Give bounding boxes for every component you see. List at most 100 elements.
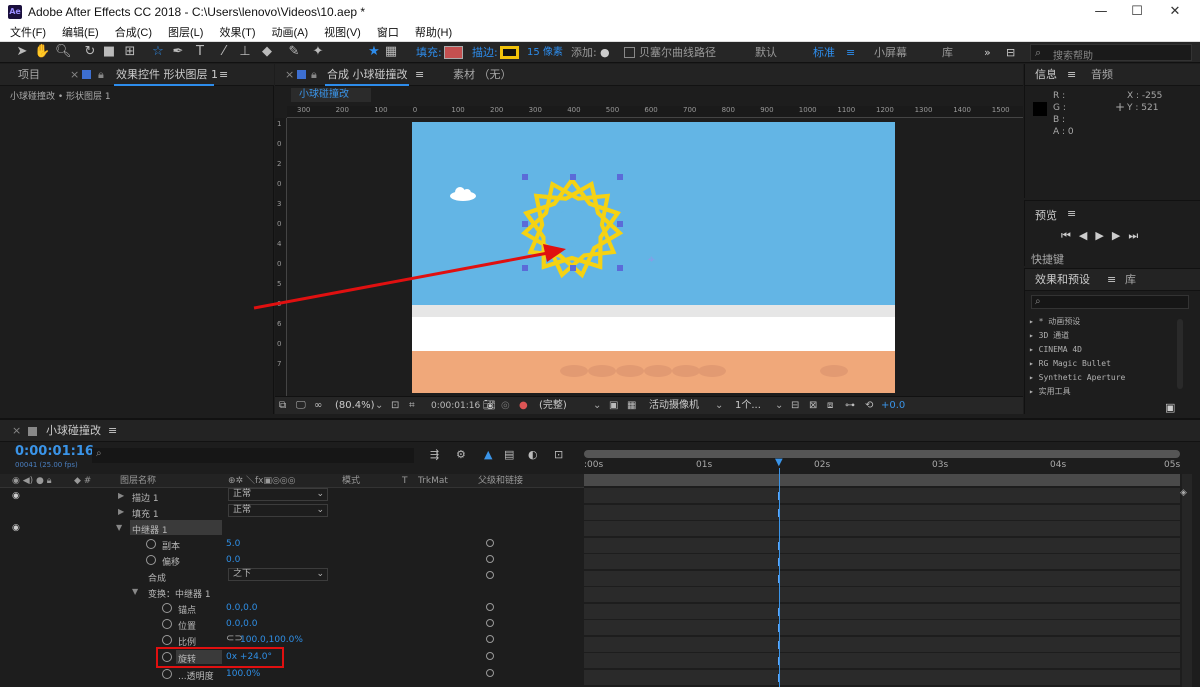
track-row[interactable] — [584, 603, 1180, 620]
flowchart-icon[interactable]: ⊶ — [845, 397, 855, 415]
menu-animation[interactable]: 动画(A) — [262, 24, 315, 42]
col-trkmat[interactable]: TrkMat — [418, 474, 448, 488]
zoom-chevron-icon[interactable]: ⌄ — [375, 397, 383, 415]
tab-library[interactable]: 库 — [1125, 269, 1136, 291]
track-row[interactable] — [584, 636, 1180, 653]
play-icon[interactable]: ▶ — [1095, 229, 1111, 242]
display-icon[interactable]: 🖵︎ — [296, 397, 306, 415]
timeline-search-input[interactable]: ⌕ — [92, 448, 414, 463]
resolution-chevron-icon[interactable]: ⌄ — [593, 397, 601, 415]
camera-tool-icon[interactable]: ■ — [101, 44, 117, 60]
menu-layer[interactable]: 图层(L) — [158, 24, 209, 42]
menu-composition[interactable]: 合成(C) — [105, 24, 158, 42]
type-tool-icon[interactable]: T — [192, 44, 208, 60]
track-row[interactable] — [584, 554, 1180, 570]
add-dropdown-icon[interactable]: ● — [600, 45, 610, 60]
col-mode[interactable]: 模式 — [342, 474, 360, 488]
show-snapshot-icon[interactable]: ◎ — [501, 397, 510, 415]
effects-menu-icon[interactable]: ≡ — [1107, 269, 1116, 291]
menu-view[interactable]: 视图(V) — [314, 24, 367, 42]
timeline-scrollbar[interactable] — [1182, 474, 1192, 687]
new-folder-icon[interactable]: ▣ — [1165, 401, 1175, 414]
anchor-point-icon[interactable]: ⌖ — [648, 252, 655, 267]
menu-window[interactable]: 窗口 — [367, 24, 405, 42]
maximize-button[interactable]: ☐ — [1128, 3, 1146, 21]
close-comp-tab-icon[interactable]: × — [285, 64, 294, 86]
clone-stamp-tool-icon[interactable]: ⊥ — [237, 44, 253, 60]
safe-zones-icon[interactable]: ⊡ — [391, 397, 399, 415]
effects-item-presets[interactable]: ▸ * 动画预设 — [1029, 315, 1125, 329]
minimize-button[interactable]: — — [1092, 3, 1110, 21]
preview-menu-icon[interactable]: ≡ — [1067, 207, 1076, 220]
camera-chevron-icon[interactable]: ⌄ — [715, 397, 723, 415]
work-area-bar[interactable] — [584, 450, 1180, 458]
layer-duration-bar[interactable] — [584, 474, 1180, 486]
track-row[interactable] — [584, 587, 1180, 603]
first-frame-icon[interactable]: ⏮ — [1061, 229, 1079, 242]
shy-layers-icon[interactable]: ▲ — [484, 448, 492, 461]
tab-composition[interactable]: 合成 小球碰撞改 — [327, 64, 408, 86]
grid-toggle-icon[interactable]: ⌗ — [409, 397, 415, 415]
exposure-value[interactable]: +0.0 — [881, 397, 905, 415]
frame-blending-icon[interactable]: ▤ — [504, 448, 514, 461]
prev-frame-icon[interactable]: ◀ — [1079, 229, 1095, 242]
selection-tool-icon[interactable]: ➤ — [14, 44, 30, 60]
views-chevron-icon[interactable]: ⌄ — [775, 397, 783, 415]
track-row[interactable] — [584, 537, 1180, 554]
effects-item-synthetic-aperture[interactable]: ▸ Synthetic Aperture — [1029, 371, 1125, 385]
workspace-library[interactable]: 库 — [942, 45, 953, 60]
next-frame-icon[interactable]: ▶ — [1112, 229, 1128, 242]
fill-swatch[interactable] — [444, 46, 463, 59]
track-row[interactable] — [584, 653, 1180, 669]
composition-canvas[interactable]: ⌖ — [412, 122, 895, 393]
effects-item-utility[interactable]: ▸ 实用工具 — [1029, 385, 1125, 399]
selection-bounding-box[interactable] — [522, 174, 623, 271]
info-menu-icon[interactable]: ≡ — [1067, 64, 1076, 86]
effects-item-3d[interactable]: ▸ 3D 通道 — [1029, 329, 1125, 343]
workspace-default[interactable]: 默认 — [755, 45, 777, 60]
sync-settings-icon[interactable]: ⊟ — [1006, 45, 1015, 60]
draft-3d-icon[interactable]: ⚙ — [456, 448, 466, 461]
track-row[interactable] — [584, 669, 1180, 686]
comp-timecode[interactable]: 0:00:01:16 — [431, 397, 480, 415]
workspace-standard[interactable]: 标准 — [813, 45, 835, 60]
resolution-dropdown[interactable]: (完整) — [539, 397, 567, 415]
pen-tool-icon[interactable]: ✒ — [170, 44, 186, 60]
track-row[interactable] — [584, 488, 1180, 504]
roto-brush-tool-icon[interactable]: ✎ — [286, 44, 302, 60]
motion-blur-icon[interactable]: ◐ — [528, 448, 538, 461]
tab-project[interactable]: 项目 — [18, 64, 40, 86]
roi-icon[interactable]: ▣ — [609, 397, 618, 415]
transparency-grid-icon[interactable]: ▦ — [627, 397, 636, 415]
star-shape-tool-icon[interactable]: ☆ — [150, 44, 166, 60]
help-search-box[interactable]: ⌕ 搜索帮助 — [1030, 44, 1192, 62]
timeline-timecode[interactable]: 0:00:01:16 — [15, 444, 94, 459]
tab-audio[interactable]: 音频 — [1091, 64, 1113, 86]
pan-behind-tool-icon[interactable]: ⊞ — [122, 44, 138, 60]
effects-item-magic-bullet[interactable]: ▸ RG Magic Bullet — [1029, 357, 1125, 371]
tab-info[interactable]: 信息 — [1035, 64, 1057, 86]
playhead-icon[interactable]: ▼ — [775, 458, 785, 468]
eraser-tool-icon[interactable]: ◆ — [259, 44, 275, 60]
snapshot-icon[interactable]: 📷︎ — [483, 397, 496, 415]
more-workspaces-icon[interactable]: » — [984, 45, 991, 60]
menu-effect[interactable]: 效果(T) — [209, 24, 261, 42]
stroke-width[interactable]: 15 像素 — [527, 45, 563, 60]
graph-editor-icon[interactable]: ⊡ — [554, 448, 563, 461]
tab-effects-presets[interactable]: 效果和预设 — [1035, 269, 1090, 291]
effects-scrollbar[interactable] — [1177, 319, 1183, 389]
rotation-tool-icon[interactable]: ↻ — [82, 44, 98, 60]
panel-menu-icon[interactable]: ≡ — [219, 64, 228, 86]
menu-help[interactable]: 帮助(H) — [405, 24, 458, 42]
region-icon[interactable]: ⧉ — [279, 397, 286, 415]
comp-mini-flowchart-icon[interactable]: ⇶ — [430, 448, 439, 461]
tab-effect-controls[interactable]: 效果控件 形状图层 1 — [116, 64, 218, 86]
reset-exposure-icon[interactable]: ⟲ — [865, 397, 873, 415]
menu-edit[interactable]: 编辑(E) — [52, 24, 105, 42]
col-layer-name[interactable]: 图层名称 — [120, 474, 156, 488]
puppet-pin-tool-icon[interactable]: ✦ — [310, 44, 326, 60]
close-timeline-icon[interactable]: × — [12, 420, 21, 442]
stroke-swatch[interactable] — [500, 46, 519, 59]
workspace-menu-icon[interactable]: ≡ — [846, 45, 855, 60]
brush-tool-icon[interactable]: ⁄ — [216, 44, 232, 60]
